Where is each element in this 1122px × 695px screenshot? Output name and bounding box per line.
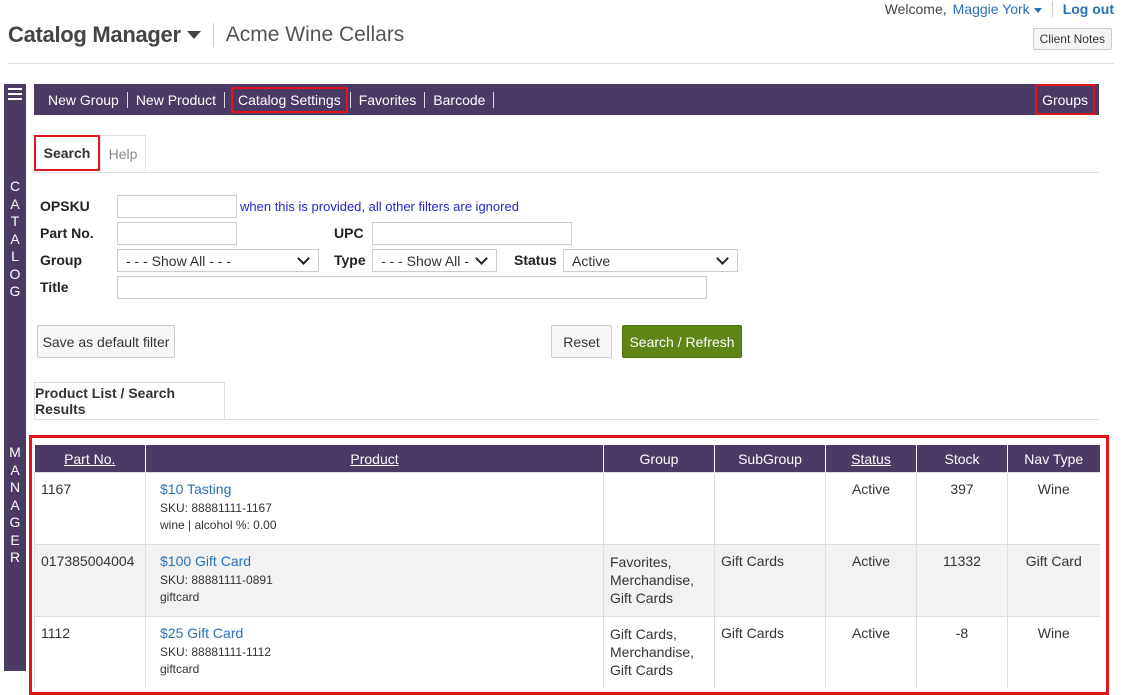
rail-word-catalog: CATALOG xyxy=(9,178,21,299)
nav-favorites[interactable]: Favorites xyxy=(351,87,425,113)
client-name: Acme Wine Cellars xyxy=(225,23,405,46)
partno-label: Part No. xyxy=(40,225,94,241)
title-input[interactable] xyxy=(117,276,707,299)
divider xyxy=(424,91,426,108)
app-switcher[interactable]: Catalog Manager xyxy=(8,22,181,48)
search-tabs: Search Help xyxy=(34,135,1099,173)
user-menu[interactable]: Maggie York xyxy=(953,1,1042,17)
nav-groups[interactable]: Groups xyxy=(1035,84,1095,115)
chevron-down-icon xyxy=(475,252,488,265)
divider xyxy=(349,91,351,108)
type-select[interactable]: - - - Show All - - - xyxy=(372,249,497,272)
nav-catalog-settings[interactable]: Catalog Settings xyxy=(230,86,348,113)
app-header: Catalog Manager Acme Wine Cellars xyxy=(8,22,404,48)
upc-label: UPC xyxy=(334,225,364,241)
tab-search[interactable]: Search xyxy=(34,135,100,171)
opsku-input[interactable] xyxy=(117,195,237,218)
type-label: Type xyxy=(334,252,366,268)
nav-new-product[interactable]: New Product xyxy=(128,87,224,113)
client-notes-button[interactable]: Client Notes xyxy=(1032,28,1112,50)
status-label: Status xyxy=(514,252,557,268)
reset-button[interactable]: Reset xyxy=(551,325,612,358)
nav-new-group[interactable]: New Group xyxy=(34,87,127,113)
chevron-down-icon xyxy=(1033,7,1042,13)
chevron-down-icon xyxy=(716,252,729,265)
status-select-value: Active xyxy=(572,252,611,269)
welcome-text: Welcome, xyxy=(884,1,947,17)
hamburger-menu-icon[interactable] xyxy=(8,88,22,100)
type-select-value: - - - Show All - - - xyxy=(381,252,471,269)
results-tabs: Product List / Search Results xyxy=(34,382,1099,420)
opsku-label: OPSKU xyxy=(40,198,90,214)
group-label: Group xyxy=(40,252,82,268)
nav-barcode[interactable]: Barcode xyxy=(425,87,493,113)
partno-input[interactable] xyxy=(117,222,237,245)
divider xyxy=(126,91,128,108)
tab-product-list[interactable]: Product List / Search Results xyxy=(34,382,225,419)
title-label: Title xyxy=(40,279,69,295)
divider xyxy=(493,91,495,108)
tab-help[interactable]: Help xyxy=(100,135,146,171)
rail-word-manager: MANAGER xyxy=(9,444,21,565)
group-select-value: - - - Show All - - - xyxy=(126,252,232,269)
logout-link[interactable]: Log out xyxy=(1063,1,1114,17)
user-name: Maggie York xyxy=(952,1,1030,17)
header-divider xyxy=(8,63,1114,64)
opsku-hint: when this is provided, all other filters… xyxy=(240,199,519,214)
catalog-manager-rail: CATALOG MANAGER xyxy=(4,84,26,671)
search-refresh-button[interactable]: Search / Refresh xyxy=(622,325,742,358)
user-bar: Welcome, Maggie York Log out xyxy=(885,0,1114,18)
chevron-down-icon xyxy=(297,252,310,265)
results-highlight-frame xyxy=(29,435,1109,695)
status-select[interactable]: Active xyxy=(563,249,738,272)
group-select[interactable]: - - - Show All - - - xyxy=(117,249,319,272)
divider xyxy=(212,23,214,47)
divider xyxy=(223,91,225,108)
save-default-filter-button[interactable]: Save as default filter xyxy=(37,325,175,358)
divider xyxy=(1051,1,1053,17)
catalog-nav-bar: New Group New Product Catalog Settings F… xyxy=(34,84,1099,115)
upc-input[interactable] xyxy=(372,222,572,245)
caret-down-icon[interactable] xyxy=(186,31,201,39)
